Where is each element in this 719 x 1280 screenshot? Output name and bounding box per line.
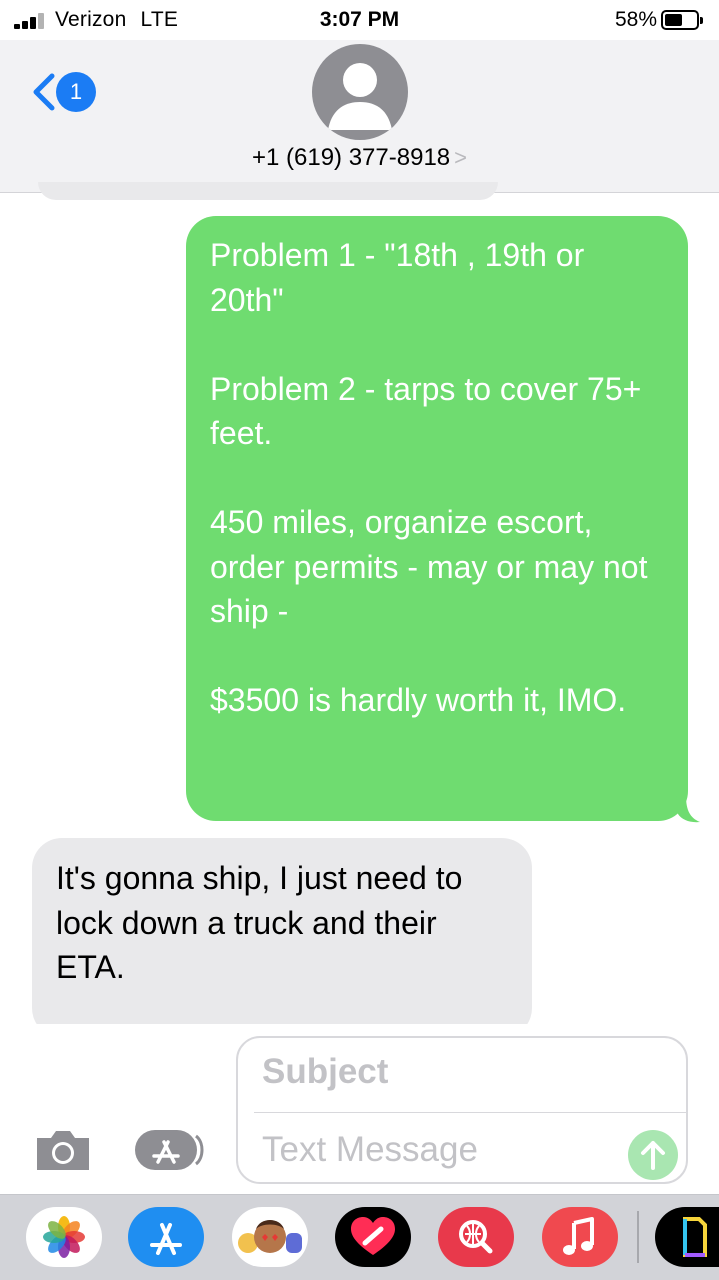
status-bar: Verizon LTE 3:07 PM 58%	[0, 0, 719, 40]
battery-fill	[665, 14, 683, 26]
conversation-header: 1 +1 (619) 377-8918 >	[0, 40, 719, 193]
web-images-app-button[interactable]	[438, 1207, 514, 1267]
chevron-left-icon	[33, 73, 55, 111]
camera-icon	[37, 1131, 89, 1170]
memoji-icon	[238, 1220, 302, 1253]
message-composer: Subject Text Message	[0, 1024, 719, 1194]
message-input-box[interactable]: Subject Text Message	[236, 1036, 688, 1184]
outgoing-message[interactable]: Problem 1 - "18th , 19th or 20th" Proble…	[186, 216, 688, 821]
contact-phone-number: +1 (619) 377-8918	[251, 144, 451, 171]
input-divider	[254, 1112, 686, 1113]
battery-icon	[661, 10, 703, 30]
camera-button[interactable]	[33, 1126, 93, 1174]
heartbeat-icon	[351, 1217, 395, 1255]
app-store-icon	[135, 1130, 204, 1170]
subject-input[interactable]: Subject	[262, 1052, 388, 1092]
memoji-app-button[interactable]	[232, 1207, 308, 1267]
bubble-tail	[676, 796, 700, 823]
photos-app-button[interactable]	[26, 1207, 102, 1267]
incoming-message[interactable]: It's gonna ship, I just need to lock dow…	[32, 838, 532, 1038]
app-store-icon	[150, 1223, 182, 1255]
send-button[interactable]	[628, 1130, 678, 1180]
arrow-up-icon	[641, 1141, 665, 1170]
app-store-app-button[interactable]	[128, 1207, 204, 1267]
digital-touch-app-button[interactable]	[335, 1207, 411, 1267]
imessage-app-drawer	[0, 1194, 719, 1280]
web-search-icon	[459, 1220, 493, 1254]
unread-count-badge: 1	[56, 72, 96, 112]
battery-percentage: 58%	[614, 8, 657, 31]
gif-icon	[683, 1217, 707, 1257]
text-message-input[interactable]: Text Message	[262, 1130, 478, 1170]
music-app-button[interactable]	[542, 1207, 618, 1267]
photos-icon	[43, 1216, 85, 1258]
previous-message-bubble	[38, 182, 498, 200]
gif-app-button[interactable]	[655, 1207, 719, 1267]
app-store-drawer-button[interactable]	[134, 1128, 206, 1172]
drawer-separator	[637, 1211, 639, 1263]
contact-name-button[interactable]: +1 (619) 377-8918 >	[0, 144, 719, 172]
back-button[interactable]: 1	[28, 70, 98, 114]
contact-avatar[interactable]	[312, 44, 408, 140]
chevron-right-icon: >	[454, 145, 467, 170]
person-icon	[328, 63, 392, 130]
music-icon	[563, 1217, 594, 1255]
status-time: 3:07 PM	[319, 8, 400, 31]
